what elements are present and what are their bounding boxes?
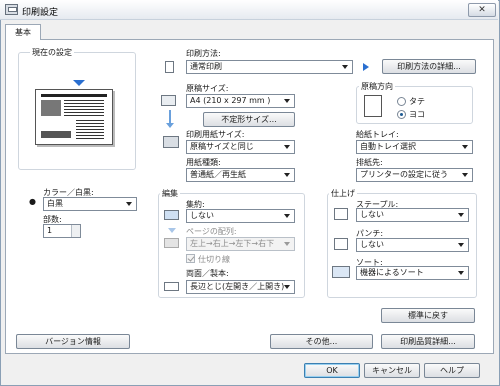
play-arrow-icon bbox=[363, 63, 369, 71]
layout-icon bbox=[164, 210, 179, 220]
preview-heading-line bbox=[41, 94, 107, 97]
output-size-select[interactable]: 原稿サイズと同じ bbox=[186, 140, 295, 154]
paper-size-icon bbox=[161, 95, 176, 106]
output-destination-label: 排紙先: bbox=[356, 158, 383, 167]
help-button[interactable]: ヘルプ bbox=[424, 363, 480, 378]
paper-type-label: 用紙種類: bbox=[186, 158, 221, 167]
paper-size-select[interactable]: A4 (210 x 297 mm ) bbox=[186, 94, 295, 108]
separator-checkbox[interactable] bbox=[186, 254, 195, 263]
chevron-down-icon bbox=[168, 228, 176, 233]
paper-type-select[interactable]: 普通紙／再生紙 bbox=[186, 168, 295, 182]
other-settings-button[interactable]: その他... bbox=[270, 334, 373, 349]
tray-label: 給紙トレイ: bbox=[356, 130, 399, 139]
print-quality-detail-button[interactable]: 印刷品質詳細... bbox=[381, 334, 475, 349]
tab-basic[interactable]: 基本 bbox=[5, 24, 41, 40]
page-order-select[interactable]: 左上→右上→左下→右下 bbox=[186, 237, 295, 251]
orientation-portrait-radio[interactable] bbox=[397, 97, 406, 106]
flow-down-arrowhead-icon bbox=[166, 123, 174, 128]
orientation-label: 原稿方向 bbox=[359, 81, 395, 92]
paper-size-label: 原稿サイズ: bbox=[186, 84, 229, 93]
punch-select[interactable]: しない bbox=[356, 238, 469, 252]
current-orientation-arrow-icon bbox=[73, 80, 85, 86]
duplex-label: 両面／製本: bbox=[186, 269, 229, 278]
orientation-landscape-label: ヨコ bbox=[409, 110, 425, 119]
title-bar bbox=[0, 0, 498, 20]
ok-button[interactable]: OK bbox=[304, 363, 360, 378]
punch-icon bbox=[334, 238, 348, 250]
custom-size-button[interactable]: 不定形サイズ... bbox=[203, 112, 295, 127]
finishing-group-label: 仕上げ bbox=[329, 188, 357, 199]
close-button[interactable]: ✕ bbox=[468, 3, 496, 17]
document-icon bbox=[165, 61, 174, 73]
copies-spinner[interactable]: 1 bbox=[43, 224, 81, 238]
copies-spin-buttons[interactable] bbox=[71, 225, 80, 237]
page-order-icon bbox=[164, 238, 179, 248]
window-title: 印刷設定 bbox=[22, 8, 59, 18]
preview-text-block bbox=[64, 100, 104, 116]
staple-icon bbox=[334, 208, 348, 220]
color-select[interactable]: 白黒 bbox=[43, 197, 137, 211]
version-info-button[interactable]: バージョン情報 bbox=[16, 334, 130, 349]
sort-select[interactable]: 機器によるソート bbox=[356, 266, 469, 280]
flow-down-arrow-icon bbox=[169, 110, 171, 124]
preview-photo-block bbox=[41, 100, 61, 116]
color-dots-icon: ● bbox=[29, 197, 36, 206]
page-orientation-icon bbox=[364, 95, 382, 117]
print-method-detail-button[interactable]: 印刷方法の詳細... bbox=[382, 59, 476, 74]
orientation-landscape-radio[interactable] bbox=[397, 110, 406, 119]
staple-select[interactable]: しない bbox=[356, 208, 469, 222]
printer-output-icon bbox=[163, 136, 179, 148]
current-settings-label: 現在の設定 bbox=[30, 47, 74, 58]
sort-icon bbox=[332, 266, 350, 278]
layout-select[interactable]: しない bbox=[186, 209, 295, 223]
preview-chart-block bbox=[41, 120, 71, 138]
duplex-icon bbox=[164, 282, 179, 291]
copies-value: 1 bbox=[47, 226, 53, 235]
page-order-label: ページの配列: bbox=[186, 227, 237, 236]
duplex-select[interactable]: 長辺とじ(左開き／上開き) bbox=[186, 280, 295, 294]
separator-label: 仕切り線 bbox=[198, 255, 230, 264]
print-method-select[interactable]: 通常印刷 bbox=[186, 60, 353, 74]
orientation-portrait-label: タテ bbox=[409, 97, 425, 106]
printer-icon bbox=[5, 4, 18, 15]
tray-select[interactable]: 自動トレイ選択 bbox=[356, 140, 473, 154]
output-size-label: 印刷用紙サイズ: bbox=[186, 130, 245, 139]
restore-defaults-button[interactable]: 標準に戻す bbox=[381, 308, 475, 323]
edit-group-label: 編集 bbox=[160, 188, 180, 199]
output-destination-select[interactable]: プリンターの設定に従う bbox=[356, 168, 473, 182]
print-method-label: 印刷方法: bbox=[186, 49, 221, 58]
cancel-button[interactable]: キャンセル bbox=[364, 363, 420, 378]
page-preview-image bbox=[35, 89, 113, 145]
preview-text-block-2 bbox=[76, 120, 104, 140]
